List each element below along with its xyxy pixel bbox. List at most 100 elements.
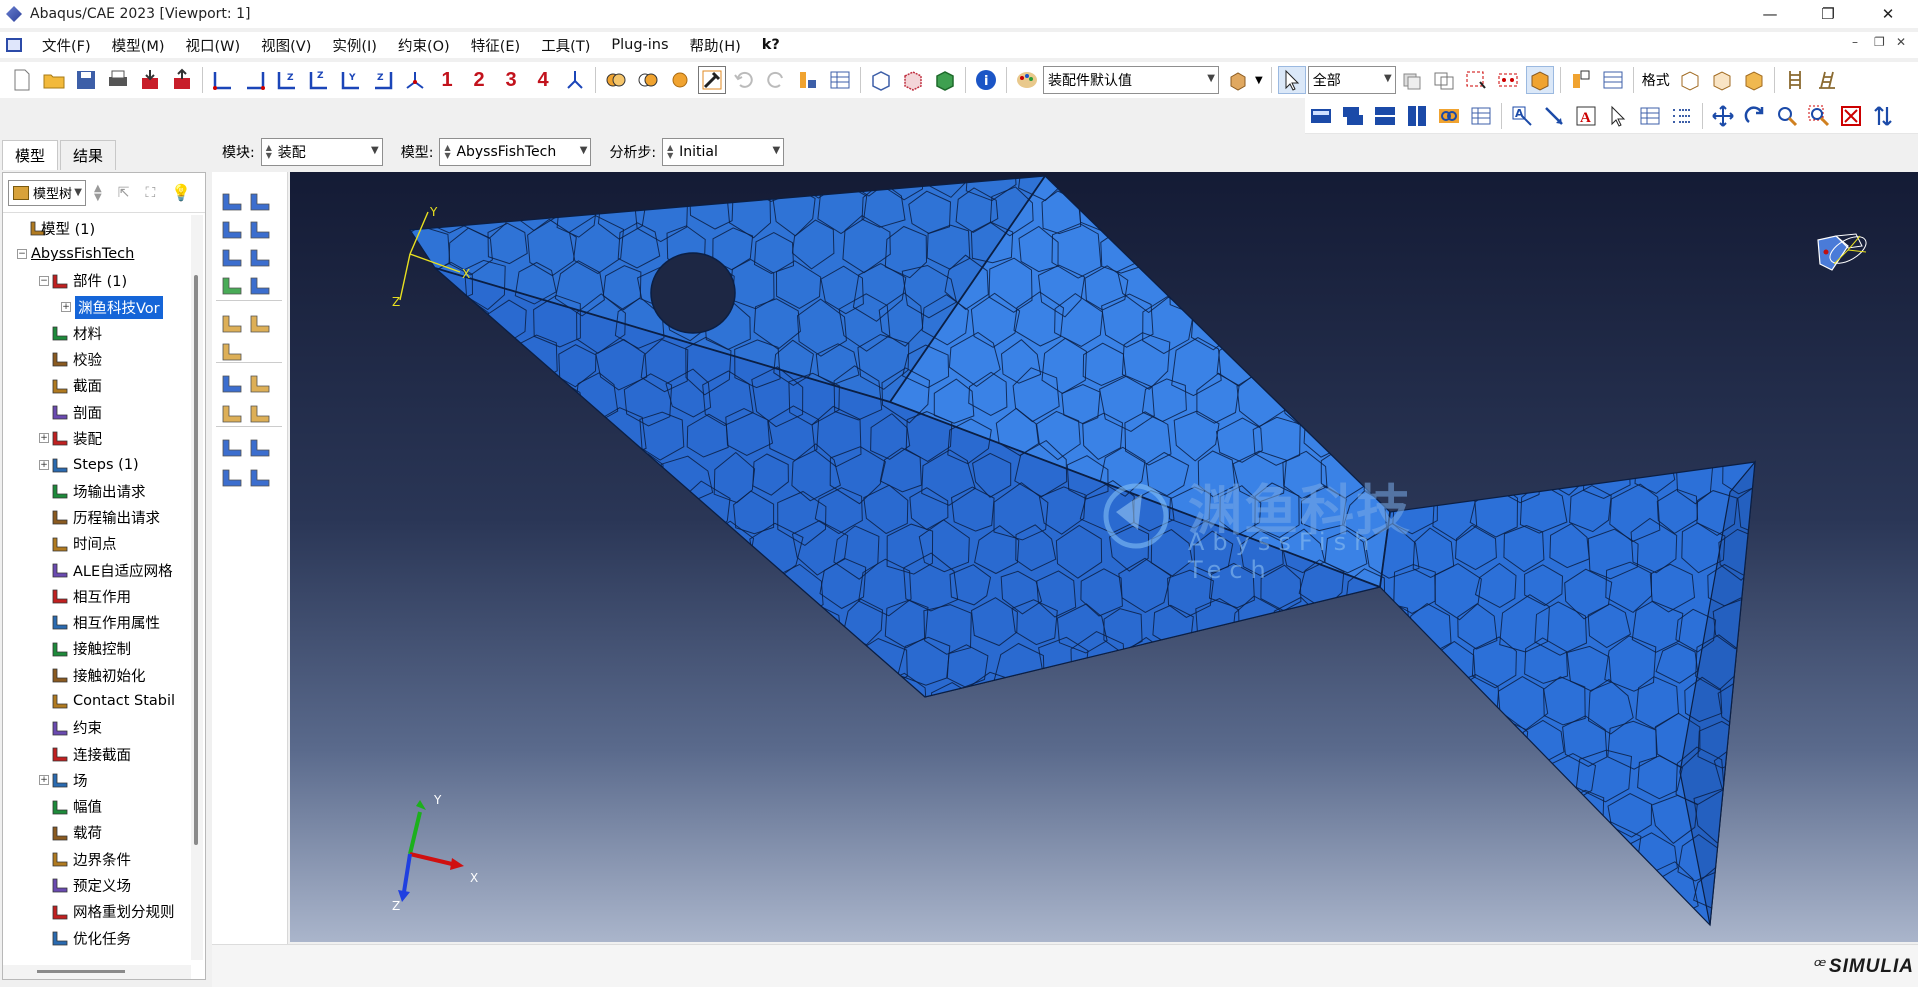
open-folder-icon[interactable] <box>40 66 68 94</box>
saved-view-2-button[interactable]: 2 <box>465 66 493 94</box>
tree-item[interactable]: 边界条件 <box>3 846 189 872</box>
tree-item[interactable]: + 场 <box>3 767 189 793</box>
viewport-link-icon[interactable] <box>1435 102 1463 130</box>
tree-filter-icon[interactable]: ⛶ <box>145 185 155 201</box>
boolean-cut-icon[interactable] <box>634 66 662 94</box>
tree-item[interactable]: 网格重划分规则 <box>3 899 189 925</box>
print-icon[interactable] <box>104 66 132 94</box>
tree-item[interactable]: 约束 <box>3 715 189 741</box>
annotation-arrow-icon[interactable] <box>1540 102 1568 130</box>
module-combo[interactable]: ▲ ▼ 装配 ▼ <box>260 138 383 166</box>
menu-plugins[interactable]: Plug-ins <box>603 37 676 53</box>
create-datum-point-icon[interactable] <box>218 370 246 398</box>
ladder-icon[interactable] <box>1781 66 1809 94</box>
query-coord-icon[interactable] <box>218 434 246 462</box>
step-combo[interactable]: ▲ ▼ Initial ▼ <box>662 138 785 166</box>
cube-outline-icon[interactable] <box>1676 66 1704 94</box>
scroll-thumb[interactable] <box>37 970 125 973</box>
render-wireframe-icon[interactable] <box>867 66 895 94</box>
sort-arrows-icon[interactable]: ▲ ▼ <box>94 183 102 202</box>
view-bottom-icon[interactable]: Z <box>305 66 333 94</box>
tree-item[interactable]: − AbyssFishTech <box>3 241 189 267</box>
tab-model[interactable]: 模型 <box>2 140 59 170</box>
collapse-icon[interactable]: − <box>17 249 27 260</box>
viewport-table-icon[interactable] <box>1467 102 1495 130</box>
parallel-face-icon[interactable] <box>218 310 246 338</box>
menu-viewport[interactable]: 视口(W) <box>177 35 248 56</box>
tree-item[interactable]: Contact Stabil <box>3 688 189 714</box>
tree-horizontal-scrollbar[interactable] <box>3 965 191 979</box>
close-button[interactable]: ✕ <box>1860 0 1916 28</box>
undo-icon[interactable] <box>730 66 758 94</box>
expand-icon[interactable]: + <box>39 433 49 444</box>
saved-view-4-button[interactable]: 4 <box>529 66 557 94</box>
menu-help[interactable]: 帮助(H) <box>682 35 749 56</box>
merge-cut-icon[interactable] <box>218 272 246 300</box>
menu-constraint[interactable]: 约束(O) <box>390 35 458 56</box>
expand-icon[interactable]: + <box>39 775 49 786</box>
radial-pattern-icon[interactable] <box>218 216 246 244</box>
translate-instance-icon[interactable] <box>246 216 274 244</box>
view-right-icon[interactable]: Z <box>369 66 397 94</box>
expand-icon[interactable]: + <box>61 301 71 312</box>
partition-icon[interactable] <box>218 464 246 492</box>
datum-csys-icon[interactable] <box>246 400 274 428</box>
tree-item[interactable]: 时间点 <box>3 531 189 557</box>
tree-item[interactable]: + Steps (1) <box>3 452 189 478</box>
viewport-menu-icon[interactable] <box>6 38 22 52</box>
color-code-icon[interactable] <box>1225 66 1253 94</box>
collapse-icon[interactable]: − <box>39 275 49 286</box>
annotation-list-icon[interactable] <box>1668 102 1696 130</box>
rotate-icon[interactable] <box>1741 102 1769 130</box>
replace-selected-icon[interactable] <box>1567 66 1595 94</box>
tree-item[interactable]: 材料 <box>3 320 189 346</box>
select-exterior-icon[interactable] <box>1430 66 1458 94</box>
face-to-face-icon[interactable] <box>246 310 274 338</box>
tree-vertical-scrollbar[interactable] <box>191 215 203 960</box>
create-triad-icon[interactable] <box>246 434 274 462</box>
mdi-restore-icon[interactable]: ❐ <box>1874 35 1885 49</box>
tree-item[interactable]: 接触初始化 <box>3 662 189 688</box>
menu-feature[interactable]: 特征(E) <box>463 35 528 56</box>
tree-item[interactable]: 历程输出请求 <box>3 504 189 530</box>
info-icon[interactable]: i <box>972 66 1000 94</box>
linear-pattern-icon[interactable] <box>246 188 274 216</box>
view-back-icon[interactable] <box>241 66 269 94</box>
layout-horizontal-icon[interactable] <box>1371 102 1399 130</box>
menu-view[interactable]: 视图(V) <box>253 35 319 56</box>
zoom-icon[interactable] <box>1773 102 1801 130</box>
scroll-thumb[interactable] <box>194 275 198 845</box>
table-icon[interactable] <box>826 66 854 94</box>
cycle-views-icon[interactable] <box>1869 102 1897 130</box>
tree-item[interactable]: + 装配 <box>3 425 189 451</box>
select-box-icon[interactable] <box>1525 66 1554 94</box>
view-top-icon[interactable]: Z <box>273 66 301 94</box>
menu-file[interactable]: 文件(F) <box>34 35 99 56</box>
export-icon[interactable] <box>168 66 196 94</box>
expand-icon[interactable]: + <box>39 459 49 470</box>
menu-instance[interactable]: 实例(I) <box>324 35 385 56</box>
tree-item[interactable]: ALE自适应网格 <box>3 557 189 583</box>
dropdown-arrow-icon[interactable]: ▼ <box>1255 75 1263 86</box>
layout-cascade-icon[interactable] <box>1339 102 1367 130</box>
view-iso-icon[interactable] <box>401 66 429 94</box>
tree-item[interactable]: 模型 (1) <box>3 215 189 241</box>
auto-fit-icon[interactable] <box>1837 102 1865 130</box>
context-help-button[interactable]: k? <box>754 37 788 53</box>
sphere-icon[interactable] <box>666 66 694 94</box>
selection-scope-combo[interactable]: 全部 ▼ <box>1307 66 1396 94</box>
custom-view-icon[interactable] <box>561 66 589 94</box>
annotation-select-icon[interactable] <box>1604 102 1632 130</box>
tree-item[interactable]: 接触控制 <box>3 636 189 662</box>
tree-item[interactable]: − 部件 (1) <box>3 268 189 294</box>
view-front-icon[interactable] <box>209 66 237 94</box>
annotation-table-icon[interactable] <box>1636 102 1664 130</box>
tree-item[interactable]: 相互作用 <box>3 583 189 609</box>
new-file-icon[interactable] <box>8 66 36 94</box>
layout-tile-icon[interactable] <box>1307 102 1335 130</box>
menu-tools[interactable]: 工具(T) <box>533 35 598 56</box>
boolean-union-icon[interactable] <box>602 66 630 94</box>
coordinate-icon[interactable] <box>794 66 822 94</box>
datum-axis-icon[interactable] <box>246 370 274 398</box>
mdi-close-icon[interactable]: ✕ <box>1896 35 1906 49</box>
